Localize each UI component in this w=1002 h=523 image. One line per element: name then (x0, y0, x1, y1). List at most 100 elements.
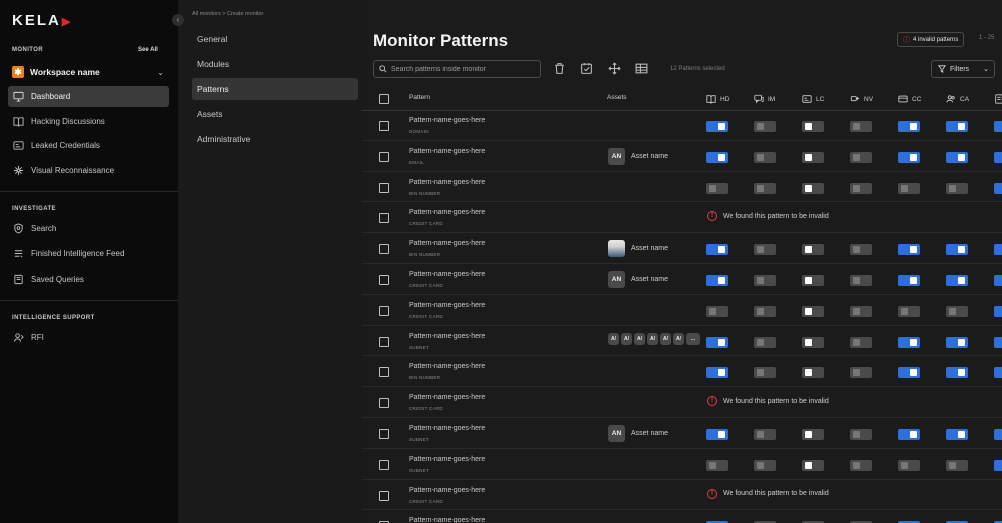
sidebar-item-hacking-discussions[interactable]: Hacking Discussions (8, 111, 169, 132)
toggle-im[interactable] (754, 151, 776, 163)
toggle-more[interactable] (994, 274, 1002, 286)
column-module-ca[interactable]: CA (946, 94, 969, 104)
pattern-name[interactable]: Pattern-name-goes-here (409, 517, 485, 523)
toggle-lc[interactable] (802, 121, 824, 132)
toggle-hd[interactable] (706, 182, 728, 194)
pattern-name[interactable]: Pattern-name-goes-here (409, 456, 485, 463)
column-assets[interactable]: Assets (607, 94, 627, 101)
row-checkbox[interactable] (379, 151, 389, 162)
row-checkbox[interactable] (379, 244, 389, 255)
row-checkbox[interactable] (379, 428, 389, 439)
table-row[interactable]: Pattern-name-goes-here BIN NUMBER (362, 356, 1002, 388)
table-row[interactable]: Pattern-name-goes-here SUBNET (362, 449, 1002, 480)
trash-icon[interactable] (553, 62, 566, 75)
toggle-ca[interactable] (946, 244, 968, 256)
pattern-name[interactable]: Pattern-name-goes-here (409, 333, 485, 340)
sidebar-item-visual-reconnaissance[interactable]: Visual Reconnaissance (8, 160, 169, 181)
calendar-check-icon[interactable] (580, 62, 593, 75)
asset-cell[interactable]: AN Asset name (608, 270, 668, 288)
toggle-im[interactable] (754, 428, 776, 440)
row-checkbox[interactable] (379, 459, 389, 470)
table-row[interactable]: Pattern-name-goes-here CREDIT CARD! We fou… (362, 480, 1002, 511)
toggle-lc[interactable] (802, 336, 824, 348)
toggle-nv[interactable] (850, 367, 872, 379)
toggle-hd[interactable] (706, 151, 728, 163)
toggle-im[interactable] (754, 244, 776, 256)
pattern-name[interactable]: Pattern-name-goes-here (409, 117, 485, 124)
sidebar-item-dashboard[interactable]: Dashboard (8, 86, 169, 107)
row-checkbox[interactable] (379, 398, 389, 409)
toggle-ca[interactable] (946, 459, 968, 471)
table-row[interactable]: Pattern-name-goes-here BIN NUMBER (362, 172, 1002, 203)
pattern-name[interactable]: Pattern-name-goes-here (409, 209, 485, 216)
toggle-cc[interactable] (898, 151, 920, 163)
sidebar-item-rfi[interactable]: RFI (8, 327, 169, 348)
asset-cell[interactable]: AN Asset name (608, 424, 668, 442)
toggle-im[interactable] (754, 367, 776, 379)
toggle-lc[interactable] (802, 305, 824, 317)
sidebar-item-saved-queries[interactable]: Saved Queries (8, 269, 169, 290)
toggle-lc[interactable] (802, 367, 824, 379)
toggle-more[interactable] (994, 336, 1002, 348)
asset-cell[interactable]: A/A/A/A/A/A/... (608, 332, 702, 345)
toggle-im[interactable] (754, 305, 776, 317)
toggle-ca[interactable] (946, 151, 968, 163)
toggle-ca[interactable] (946, 367, 968, 379)
toggle-more[interactable] (994, 459, 1002, 471)
toggle-hd[interactable] (706, 367, 728, 379)
kela-logo[interactable]: KELA▶ (12, 12, 72, 29)
toggle-hd[interactable] (706, 305, 728, 317)
toggle-lc[interactable] (802, 274, 824, 286)
toggle-nv[interactable] (850, 459, 872, 471)
move-icon[interactable] (608, 62, 621, 75)
toggle-ca[interactable] (946, 182, 968, 194)
sidebar-item-leaked-credentials[interactable]: Leaked Credentials (8, 135, 169, 156)
toggle-more[interactable] (994, 182, 1002, 194)
table-row[interactable]: Pattern-name-goes-here DOMAIN (362, 110, 1002, 141)
toggle-more[interactable] (994, 151, 1002, 163)
toggle-nv[interactable] (850, 336, 872, 348)
table-row[interactable]: Pattern-name-goes-here CREDIT CARD! We fou… (362, 202, 1002, 234)
toggle-more[interactable] (994, 428, 1002, 440)
pattern-name[interactable]: Pattern-name-goes-here (409, 148, 485, 155)
toggle-lc[interactable] (802, 428, 824, 440)
row-checkbox[interactable] (379, 490, 389, 501)
toggle-ca[interactable] (946, 274, 968, 286)
row-checkbox[interactable] (379, 367, 389, 378)
toggle-cc[interactable] (898, 367, 920, 379)
sidebar-item-search[interactable]: Search (8, 218, 169, 239)
table-view-icon[interactable] (635, 62, 648, 75)
row-checkbox[interactable] (379, 336, 389, 347)
toggle-ca[interactable] (946, 336, 968, 348)
column-module-lc[interactable]: LC (802, 94, 824, 104)
toggle-lc[interactable] (802, 182, 824, 194)
toggle-nv[interactable] (850, 244, 872, 256)
subnav-item-patterns[interactable]: Patterns (192, 78, 358, 100)
pattern-name[interactable]: Pattern-name-goes-here (409, 425, 485, 432)
toggle-im[interactable] (754, 182, 776, 194)
more-assets-indicator[interactable]: ... (686, 332, 700, 345)
table-row[interactable]: Pattern-name-goes-hereCREDIT CARD (362, 510, 1002, 523)
search-input[interactable] (391, 65, 536, 73)
pattern-name[interactable]: Pattern-name-goes-here (409, 179, 485, 186)
toggle-im[interactable] (754, 459, 776, 471)
pattern-name[interactable]: Pattern-name-goes-here (409, 487, 485, 494)
table-row[interactable]: Pattern-name-goes-here SUBNET AN Asset name (362, 418, 1002, 449)
search-box[interactable] (373, 60, 541, 78)
toggle-cc[interactable] (898, 182, 920, 194)
pattern-name[interactable]: Pattern-name-goes-here (409, 363, 485, 370)
toggle-nv[interactable] (850, 274, 872, 286)
subnav-item-modules[interactable]: Modules (192, 53, 358, 75)
column-pattern[interactable]: Pattern (409, 94, 430, 101)
column-module-hd[interactable]: HD (706, 94, 729, 104)
toggle-more[interactable] (994, 367, 1002, 379)
row-checkbox[interactable] (379, 182, 389, 193)
select-all-checkbox[interactable] (379, 94, 389, 104)
toggle-cc[interactable] (898, 428, 920, 440)
column-module-nv[interactable]: NV (850, 94, 873, 104)
toggle-im[interactable] (754, 336, 776, 348)
toggle-ca[interactable] (946, 305, 968, 317)
row-checkbox[interactable] (379, 305, 389, 316)
toggle-more[interactable] (994, 305, 1002, 317)
toggle-cc[interactable] (898, 121, 920, 132)
